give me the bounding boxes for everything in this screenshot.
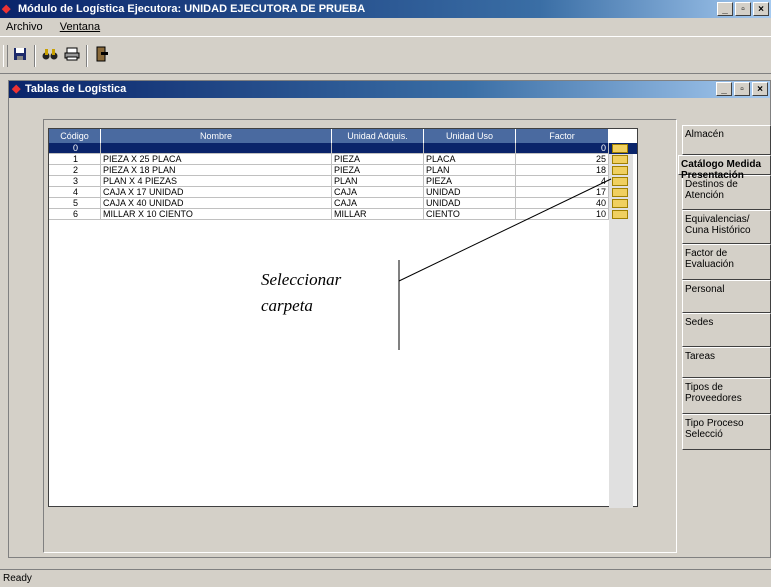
tab-1[interactable]: Catálogo Medida Presentación [678, 155, 771, 181]
tab-6[interactable]: Sedes [682, 313, 771, 347]
tab-4[interactable]: Factor de Evaluación [682, 244, 771, 280]
tab-0[interactable]: Almacén [682, 125, 771, 155]
callout-line2: carpeta [261, 296, 313, 315]
tab-5[interactable]: Personal [682, 280, 771, 313]
status-bar: Ready [0, 569, 771, 586]
tab-3[interactable]: Equivalencias/ Cuna Histórico [682, 210, 771, 244]
callout-line1: Seleccionar [261, 270, 342, 289]
tab-8[interactable]: Tipos de Proveedores [682, 378, 771, 414]
tab-9[interactable]: Tipo Proceso Selecció [682, 414, 771, 450]
tab-7[interactable]: Tareas [682, 347, 771, 378]
callout-leader-lines [398, 178, 612, 350]
callout-box: Seleccionar carpeta [243, 264, 384, 352]
